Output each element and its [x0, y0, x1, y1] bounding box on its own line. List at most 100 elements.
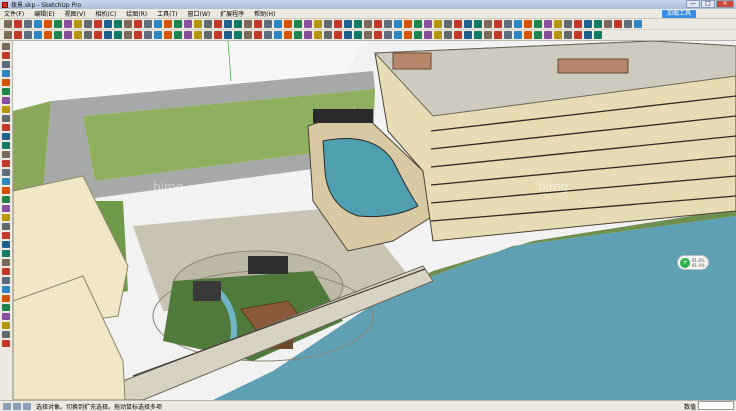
main-tool-button[interactable]: [114, 20, 122, 28]
secondary-tool-button[interactable]: [584, 31, 592, 39]
main-tool-button[interactable]: [34, 20, 42, 28]
secondary-tool-button[interactable]: [314, 31, 322, 39]
main-tool-button[interactable]: [84, 20, 92, 28]
menu-help[interactable]: 帮助(H): [254, 9, 275, 18]
main-tool-button[interactable]: [284, 20, 292, 28]
palette-tool-button[interactable]: [2, 79, 10, 86]
secondary-tool-button[interactable]: [14, 31, 22, 39]
main-tool-button[interactable]: [54, 20, 62, 28]
secondary-tool-button[interactable]: [464, 31, 472, 39]
secondary-tool-button[interactable]: [264, 31, 272, 39]
user-icon[interactable]: [23, 402, 31, 410]
secondary-tool-button[interactable]: [74, 31, 82, 39]
secondary-tool-button[interactable]: [364, 31, 372, 39]
main-tool-button[interactable]: [14, 20, 22, 28]
palette-tool-button[interactable]: [2, 241, 10, 248]
main-tool-button[interactable]: [574, 20, 582, 28]
main-tool-button[interactable]: [484, 20, 492, 28]
secondary-tool-button[interactable]: [304, 31, 312, 39]
palette-tool-button[interactable]: [2, 160, 10, 167]
main-tool-button[interactable]: [264, 20, 272, 28]
secondary-tool-button[interactable]: [344, 31, 352, 39]
secondary-tool-button[interactable]: [544, 31, 552, 39]
palette-tool-button[interactable]: [2, 187, 10, 194]
main-tool-button[interactable]: [24, 20, 32, 28]
main-tool-button[interactable]: [4, 20, 12, 28]
main-tool-button[interactable]: [154, 20, 162, 28]
main-tool-button[interactable]: [464, 20, 472, 28]
palette-tool-button[interactable]: [2, 133, 10, 140]
main-tool-button[interactable]: [364, 20, 372, 28]
palette-tool-button[interactable]: [2, 205, 10, 212]
secondary-tool-button[interactable]: [84, 31, 92, 39]
secondary-tool-button[interactable]: [424, 31, 432, 39]
palette-tool-button[interactable]: [2, 295, 10, 302]
secondary-tool-button[interactable]: [514, 31, 522, 39]
main-tool-button[interactable]: [504, 20, 512, 28]
secondary-tool-button[interactable]: [484, 31, 492, 39]
palette-tool-button[interactable]: [2, 43, 10, 50]
main-tool-button[interactable]: [394, 20, 402, 28]
minimize-button[interactable]: —: [686, 0, 700, 8]
secondary-tool-button[interactable]: [324, 31, 332, 39]
secondary-tool-button[interactable]: [434, 31, 442, 39]
main-tool-button[interactable]: [554, 20, 562, 28]
main-tool-button[interactable]: [524, 20, 532, 28]
secondary-tool-button[interactable]: [254, 31, 262, 39]
main-tool-button[interactable]: [194, 20, 202, 28]
palette-tool-button[interactable]: [2, 52, 10, 59]
main-tool-button[interactable]: [374, 20, 382, 28]
palette-tool-button[interactable]: [2, 88, 10, 95]
main-tool-button[interactable]: [414, 20, 422, 28]
secondary-tool-button[interactable]: [284, 31, 292, 39]
secondary-tool-button[interactable]: [224, 31, 232, 39]
zoom-indicator[interactable]: + 91.8% 81.4%: [677, 255, 709, 270]
main-tool-button[interactable]: [294, 20, 302, 28]
palette-tool-button[interactable]: [2, 97, 10, 104]
palette-tool-button[interactable]: [2, 277, 10, 284]
palette-tool-button[interactable]: [2, 70, 10, 77]
main-tool-button[interactable]: [174, 20, 182, 28]
palette-tool-button[interactable]: [2, 259, 10, 266]
secondary-tool-button[interactable]: [4, 31, 12, 39]
main-tool-button[interactable]: [514, 20, 522, 28]
palette-tool-button[interactable]: [2, 340, 10, 347]
palette-tool-button[interactable]: [2, 115, 10, 122]
3d-scene[interactable]: bimg bimg: [13, 41, 736, 400]
palette-tool-button[interactable]: [2, 151, 10, 158]
secondary-tool-button[interactable]: [574, 31, 582, 39]
secondary-tool-button[interactable]: [154, 31, 162, 39]
secondary-tool-button[interactable]: [454, 31, 462, 39]
palette-tool-button[interactable]: [2, 61, 10, 68]
secondary-tool-button[interactable]: [234, 31, 242, 39]
main-tool-button[interactable]: [44, 20, 52, 28]
secondary-tool-button[interactable]: [134, 31, 142, 39]
secondary-tool-button[interactable]: [64, 31, 72, 39]
secondary-tool-button[interactable]: [594, 31, 602, 39]
palette-tool-button[interactable]: [2, 232, 10, 239]
main-tool-button[interactable]: [304, 20, 312, 28]
secondary-tool-button[interactable]: [94, 31, 102, 39]
secondary-tool-button[interactable]: [194, 31, 202, 39]
secondary-tool-button[interactable]: [204, 31, 212, 39]
main-tool-button[interactable]: [424, 20, 432, 28]
secondary-tool-button[interactable]: [164, 31, 172, 39]
palette-tool-button[interactable]: [2, 178, 10, 185]
main-tool-button[interactable]: [64, 20, 72, 28]
main-tool-button[interactable]: [204, 20, 212, 28]
measurements-input[interactable]: [698, 401, 734, 410]
secondary-tool-button[interactable]: [124, 31, 132, 39]
main-tool-button[interactable]: [74, 20, 82, 28]
main-tool-button[interactable]: [324, 20, 332, 28]
main-tool-button[interactable]: [384, 20, 392, 28]
main-tool-button[interactable]: [234, 20, 242, 28]
close-button[interactable]: ✕: [716, 0, 734, 8]
main-tool-button[interactable]: [144, 20, 152, 28]
palette-tool-button[interactable]: [2, 322, 10, 329]
secondary-tool-button[interactable]: [34, 31, 42, 39]
secondary-tool-button[interactable]: [114, 31, 122, 39]
main-tool-button[interactable]: [244, 20, 252, 28]
main-tool-button[interactable]: [344, 20, 352, 28]
main-tool-button[interactable]: [354, 20, 362, 28]
menu-camera[interactable]: 相机(C): [95, 9, 116, 18]
